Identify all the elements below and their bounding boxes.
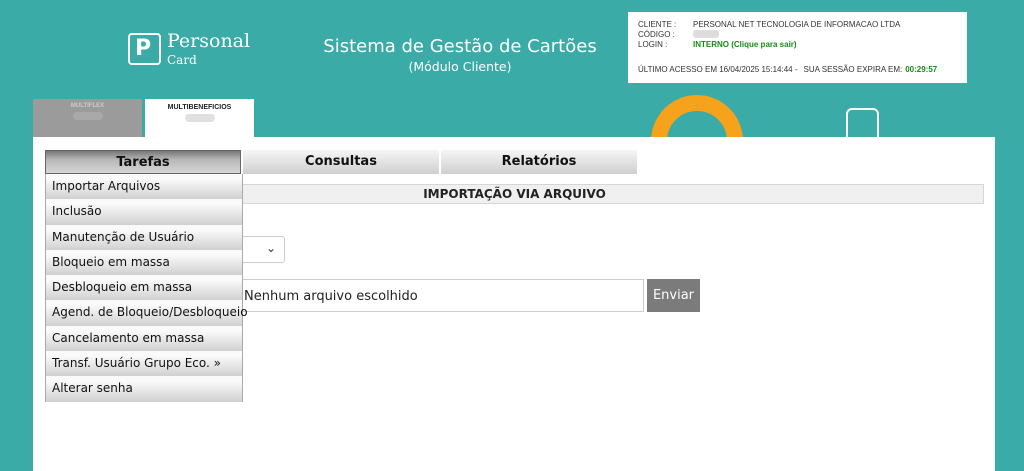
dropdown-item-bloqueio-massa[interactable]: Bloqueio em massa <box>46 249 242 276</box>
cliente-value: PERSONAL NET TECNOLOGIA DE INFORMACAO LT… <box>693 20 901 29</box>
tab-multiflex[interactable]: MULTIFLEX <box>33 99 142 138</box>
tab-multibeneficios-label: MULTIBENEFICIOS <box>167 104 232 111</box>
dropdown-item-inclusao[interactable]: Inclusão <box>46 199 242 225</box>
dropdown-item-manutencao-usuario[interactable]: Manutenção de Usuário <box>46 224 242 250</box>
tarefas-dropdown: Importar Arquivos Inclusão Manutenção de… <box>45 174 248 402</box>
dropdown-item-alterar-senha[interactable]: Alterar senha <box>46 376 242 402</box>
tab-multibeneficios-redacted <box>184 114 215 122</box>
tab-multiflex-redacted <box>72 112 103 120</box>
menu-relatorios[interactable]: Relatórios <box>441 150 637 174</box>
dropdown-item-desbloqueio-massa[interactable]: Desbloqueio em massa <box>46 275 242 301</box>
menu-tarefas[interactable]: Tarefas <box>45 150 241 174</box>
codigo-label: CÓDIGO : <box>638 30 675 39</box>
login-label: LOGIN : <box>638 40 668 49</box>
codigo-value-redacted <box>693 30 719 38</box>
personal-card-logo: P Personal Card <box>128 30 250 67</box>
chevron-down-icon: ⌄ <box>265 241 276 255</box>
dropdown-item-importar-arquivos[interactable]: Importar Arquivos <box>46 174 242 200</box>
tab-multibeneficios[interactable]: MULTIBENEFICIOS <box>145 99 254 138</box>
dropdown-item-cancelamento-massa[interactable]: Cancelamento em massa <box>46 325 242 352</box>
send-button[interactable]: Enviar <box>647 279 700 312</box>
dropdown-item-agend-bloqueio[interactable]: Agend. de Bloqueio/Desbloqueio <box>46 300 248 326</box>
session-expires-label: SUA SESSÃO EXPIRA EM: <box>803 65 903 74</box>
logo-mark-icon: P <box>128 32 161 65</box>
tab-multiflex-label: MULTIFLEX <box>70 103 105 109</box>
logo-word-card: Card <box>167 53 197 67</box>
login-logout-link[interactable]: INTERNO (Clique para sair) <box>693 40 797 50</box>
logo-word-personal: Personal <box>167 30 251 52</box>
cliente-label: CLIENTE : <box>638 20 677 29</box>
session-expires-timer: 00:29:57 <box>905 65 938 74</box>
system-title-main: Sistema de Gestão de Cartões <box>323 36 597 57</box>
last-access-text: ÚLTIMO ACESSO EM 16/04/2025 15:14:44 - <box>638 65 798 74</box>
session-info-box: CLIENTE : PERSONAL NET TECNOLOGIA DE INF… <box>628 12 967 83</box>
system-title-sub: (Módulo Cliente) <box>408 59 512 74</box>
system-title: Sistema de Gestão de Cartões (Módulo Cli… <box>320 36 600 74</box>
main-menubar: Tarefas Consultas Relatórios <box>45 150 637 174</box>
dropdown-item-transf-usuario[interactable]: Transf. Usuário Grupo Eco. » <box>46 351 242 377</box>
menu-consultas[interactable]: Consultas <box>243 150 439 174</box>
